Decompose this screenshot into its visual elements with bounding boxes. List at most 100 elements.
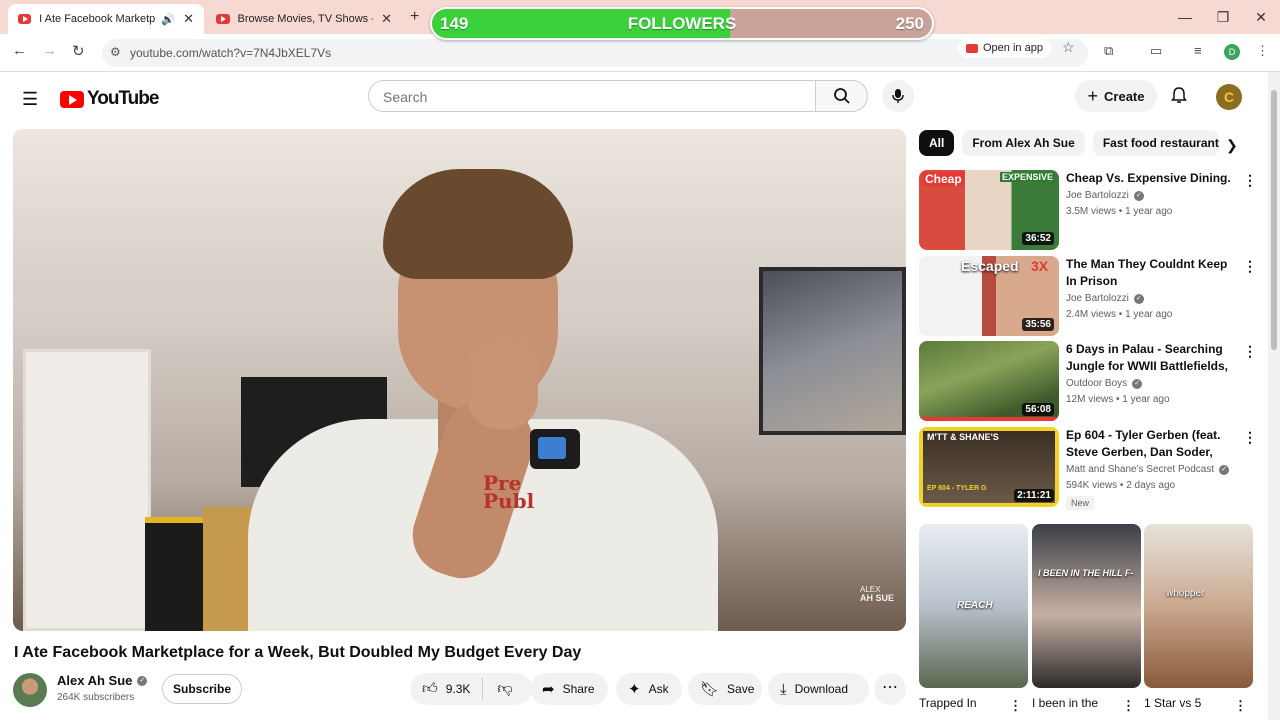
tab-title: I Ate Facebook Marketplace [39,13,156,25]
recommendation-channel[interactable]: Matt and Shane's Secret Podcast ✓ [1066,464,1236,475]
thumbs-down-icon: 👎︎ [497,680,513,697]
more-horizontal-icon: ⋯ [882,679,898,696]
tab-yflix[interactable]: Browse Movies, TV Shows - yFli ✕ [206,4,402,34]
extensions-icon[interactable]: ⧉ [1104,43,1113,59]
open-in-app-button[interactable]: Open in app [958,38,1051,58]
short-title[interactable]: Trapped In [919,696,977,710]
followers-progress-bar: 149 FOLLOWERS 250 [430,7,934,40]
search-placeholder: Search [383,89,428,105]
verified-check-icon: ✓ [137,675,148,686]
person-hand [468,339,538,429]
forward-icon[interactable]: → [42,42,57,59]
video-title: I Ate Facebook Marketplace for a Week, B… [14,644,582,661]
account-avatar[interactable]: C [1216,84,1242,110]
save-label: Save [727,682,755,696]
close-tab-icon[interactable]: ✕ [381,11,392,27]
more-vertical-icon[interactable]: ⋮ [1243,172,1257,189]
menu-icon[interactable]: ☰ [22,89,38,110]
chip-all[interactable]: All [919,130,955,156]
more-actions-button[interactable]: ⋯ [874,673,906,705]
verified-check-icon: ✓ [1219,464,1230,475]
open-in-app-label: Open in app [983,42,1043,54]
share-button[interactable]: ➦ Share [530,673,608,705]
more-vertical-icon[interactable]: ⋮ [1243,429,1257,446]
ask-button[interactable]: ✦ Ask [616,673,682,705]
profile-avatar[interactable]: D [1224,44,1240,60]
notifications-bell-icon[interactable] [1170,86,1188,109]
short-title[interactable]: I been in the [1032,696,1098,710]
search-button[interactable] [816,80,868,112]
subscriber-count: 264K subscribers [57,692,135,703]
recommendation-meta: 594K views • 2 days ago [1066,480,1176,491]
video-duration: 35:56 [1022,318,1054,331]
recommendation-item[interactable]: 56:08 6 Days in Palau - Searching Jungle… [919,341,1259,421]
close-tab-icon[interactable]: ✕ [183,11,194,27]
site-info-icon[interactable]: ⚙ [110,45,121,59]
recommendation-channel[interactable]: Outdoor Boys ✓ [1066,378,1236,389]
chevron-right-icon[interactable]: ❯ [1226,137,1238,154]
media-icon[interactable]: ≡ [1194,43,1202,58]
recommendation-item[interactable]: M'TT & SHANE'S EP 604 - TYLER G 2:11:21 … [919,427,1259,510]
recommendation-title[interactable]: 6 Days in Palau - Searching Jungle for W… [1066,341,1236,375]
more-vertical-icon[interactable]: ⋮ [1243,258,1257,275]
share-icon: ➦ [542,681,555,698]
youtube-favicon-icon [18,14,32,24]
speaker-icon[interactable]: 🔊 [161,13,175,26]
short-thumbnail[interactable]: whopper [1144,524,1253,688]
recommendation-title[interactable]: Cheap Vs. Expensive Dining. [1066,170,1236,187]
dislike-button[interactable]: 👎︎ [483,680,526,698]
back-icon[interactable]: ← [12,42,27,59]
channel-avatar[interactable] [13,673,47,707]
create-button[interactable]: + Create [1075,80,1157,112]
save-button[interactable]: 🔖︎ Save [688,673,762,705]
channel-name[interactable]: Alex Ah Sue ✓ [57,673,148,688]
followers-label: FOLLOWERS [627,14,737,33]
recommendation-item[interactable]: Escaped 3X 35:56 The Man They Couldnt Ke… [919,256,1259,336]
short-title[interactable]: 1 Star vs 5 [1144,696,1201,710]
close-window-icon[interactable]: ✕ [1242,9,1280,26]
address-bar[interactable]: ⚙ youtube.com/watch?v=7N4JbXEL7Vs [102,39,1088,67]
scrollbar-thumb[interactable] [1271,90,1277,350]
recommendation-title[interactable]: Ep 604 - Tyler Gerben (feat. Steve Gerbe… [1066,427,1236,461]
more-vertical-icon[interactable]: ⋮ [1243,343,1257,360]
maximize-icon[interactable]: ❐ [1204,9,1242,26]
cast-icon[interactable]: ▭ [1150,43,1162,59]
short-thumbnail[interactable]: REACH [919,524,1028,688]
download-button[interactable]: ⤓ Download [768,673,869,705]
chip-fast-food[interactable]: Fast food restaurants [1092,130,1219,156]
like-button[interactable]: 👍︎ 9.3K [410,678,484,700]
thumbnail-text: Escaped [961,258,1019,274]
recommendation-meta: 3.5M views • 1 year ago [1066,206,1173,217]
minimize-icon[interactable]: — [1166,9,1204,25]
more-vertical-icon[interactable]: ⋮ [1009,698,1022,714]
video-player[interactable]: Pre Publ ALEX AH SUE [13,129,906,631]
chrome-menu-icon[interactable]: ⋮ [1256,43,1269,59]
more-vertical-icon[interactable]: ⋮ [1234,698,1247,714]
recommendation-channel[interactable]: Joe Bartolozzi ✓ [1066,293,1236,304]
youtube-play-icon [60,90,84,108]
video-watermark: ALEX AH SUE [860,585,894,603]
tab-youtube[interactable]: I Ate Facebook Marketplace 🔊 ✕ [8,4,204,34]
voice-search-button[interactable] [882,80,914,112]
recommendation-item[interactable]: Cheap EXPENSIVE 36:52 Cheap Vs. Expensiv… [919,170,1259,250]
bookmark-star-icon[interactable]: ☆ [1062,39,1075,56]
download-icon: ⤓ [780,680,787,698]
page-scrollbar[interactable] [1268,72,1280,720]
search-input[interactable]: Search [368,80,816,112]
video-thumbnail[interactable]: M'TT & SHANE'S EP 604 - TYLER G 2:11:21 [919,427,1059,507]
share-label: Share [562,682,595,696]
subscribe-button[interactable]: Subscribe [162,674,242,704]
recommendation-title[interactable]: The Man They Couldnt Keep In Prison [1066,256,1236,290]
youtube-header: ☰ YouTube Search + Create C [0,72,1268,128]
more-vertical-icon[interactable]: ⋮ [1122,698,1135,714]
short-thumbnail[interactable]: I BEEN IN THE HILL F- [1032,524,1141,688]
chip-from-channel[interactable]: From Alex Ah Sue [962,130,1085,156]
video-thumbnail[interactable]: 56:08 [919,341,1059,421]
video-thumbnail[interactable]: Cheap EXPENSIVE 36:52 [919,170,1059,250]
new-tab-icon[interactable]: + [410,8,419,26]
youtube-logo[interactable]: YouTube [60,88,159,110]
sparkle-icon: ✦ [628,681,641,698]
reload-icon[interactable]: ↻ [72,42,85,60]
recommendation-channel[interactable]: Joe Bartolozzi ✓ [1066,190,1236,201]
video-thumbnail[interactable]: Escaped 3X 35:56 [919,256,1059,336]
